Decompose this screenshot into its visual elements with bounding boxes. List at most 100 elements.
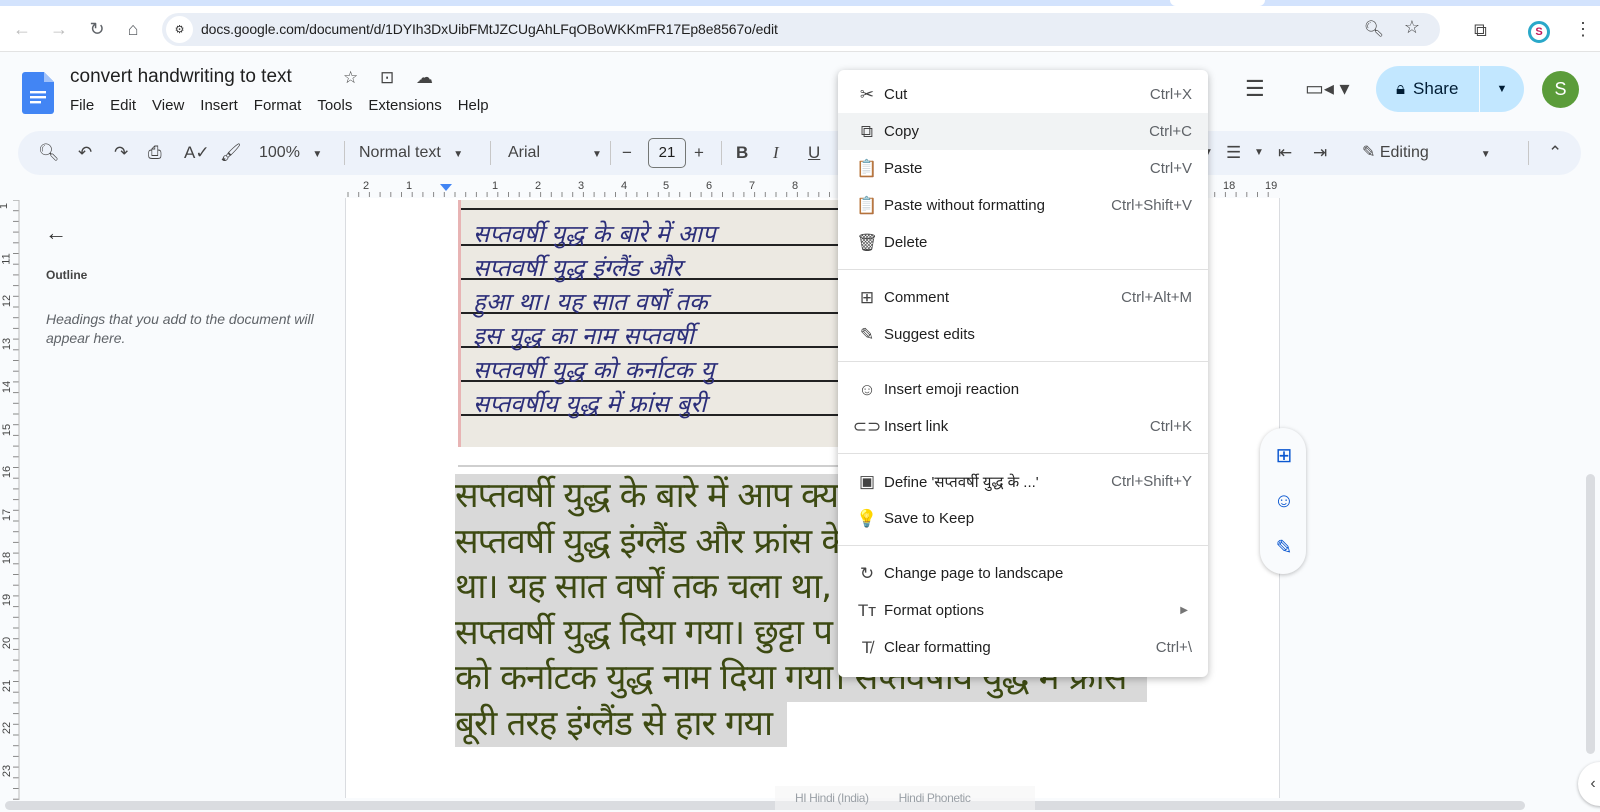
star-icon[interactable]: ☆: [343, 68, 358, 88]
paint-format-icon[interactable]: 🖌︎: [220, 142, 242, 164]
decrease-font-size-icon[interactable]: −: [622, 142, 632, 164]
print-icon[interactable]: ⎙: [148, 142, 162, 164]
menu-item-comment[interactable]: ⊞ Comment Ctrl+Alt+M: [838, 279, 1208, 316]
bold-button[interactable]: B: [736, 142, 748, 164]
ruler-label: 16: [1, 466, 14, 479]
lightbulb-icon: 💡: [856, 508, 878, 528]
extensions-icon[interactable]: ⧉: [1474, 20, 1487, 41]
google-docs-logo[interactable]: [22, 72, 54, 114]
input-tools-bar[interactable]: HI Hindi (India) Hindi Phonetic: [775, 786, 1035, 810]
forward-icon[interactable]: →: [46, 16, 72, 42]
hide-menus-icon[interactable]: ⌃: [1548, 142, 1562, 164]
paragraph-style-select[interactable]: Normal text ▼: [359, 142, 463, 166]
chevron-down-icon: ▼: [453, 149, 464, 160]
menu-help[interactable]: Help: [450, 97, 497, 114]
decrease-indent-icon[interactable]: ⇤: [1278, 142, 1292, 164]
share-dropdown-icon[interactable]: ▼: [1480, 83, 1524, 95]
editing-mode-select[interactable]: ✎ Editing ▼: [1362, 142, 1491, 166]
horizontal-scrollbar[interactable]: [5, 801, 1525, 810]
show-side-panel-icon[interactable]: ‹: [1578, 762, 1600, 806]
cloud-saved-icon[interactable]: ☁: [416, 68, 433, 88]
site-info-icon[interactable]: ⚙: [166, 16, 193, 43]
suggest-edits-icon[interactable]: ✎: [1271, 534, 1297, 560]
font-size-input[interactable]: 21: [648, 138, 686, 168]
zoom-icon[interactable]: 🔍︎: [1364, 19, 1384, 39]
menu-item-copy[interactable]: ⧉ Copy Ctrl+C: [838, 113, 1208, 150]
underline-button[interactable]: U: [808, 142, 820, 164]
ruler-label: 4: [621, 180, 628, 192]
spellcheck-icon[interactable]: A✓: [184, 142, 210, 164]
reload-icon[interactable]: ↻: [84, 16, 110, 42]
scissors-icon: ✂: [859, 84, 875, 104]
language-indicator[interactable]: HI Hindi (India): [795, 791, 869, 805]
zoom-select[interactable]: 100% ▼: [259, 142, 322, 166]
meet-icon[interactable]: ▭◂ ▾: [1305, 76, 1350, 101]
menu-item-insert-link[interactable]: ⊂⊃ Insert link Ctrl+K: [838, 408, 1208, 445]
emoji-reaction-icon[interactable]: ☺: [1271, 488, 1297, 514]
ruler-ticks: [13, 200, 20, 800]
back-arrow-icon[interactable]: ←: [45, 220, 67, 246]
menu-item-suggest-edits[interactable]: ✎ Suggest edits: [838, 316, 1208, 353]
menu-file[interactable]: File: [62, 97, 102, 114]
numbered-list-dropdown-icon[interactable]: ▼: [1254, 142, 1264, 164]
document-title[interactable]: convert handwriting to text: [70, 66, 292, 88]
input-method-indicator[interactable]: Hindi Phonetic: [899, 791, 971, 805]
share-button[interactable]: 🔒︎ Share ▼: [1376, 66, 1524, 112]
menu-item-insert-emoji-reaction[interactable]: ☺ Insert emoji reaction: [838, 371, 1208, 408]
bookmark-star-icon[interactable]: ☆: [1404, 17, 1420, 38]
menu-item-change-page-to-landscape[interactable]: ↻ Change page to landscape: [838, 555, 1208, 592]
search-menus-icon[interactable]: 🔍︎: [38, 142, 60, 164]
menu-item-define[interactable]: ▣ Define 'सप्तवर्षी युद्ध के ...' Ctrl+Shi…: [838, 463, 1208, 500]
url-text[interactable]: docs.google.com/document/d/1DYIh3DxUibFM…: [201, 21, 778, 37]
text-line[interactable]: बूरी तरह इंग्लैंड से हार गया: [455, 701, 787, 747]
font-select[interactable]: Arial ▼: [508, 142, 602, 166]
browser-menu-icon[interactable]: ⋮: [1574, 20, 1592, 38]
indent-marker[interactable]: [440, 184, 452, 191]
menu-separator: [838, 545, 1208, 546]
menu-format[interactable]: Format: [246, 97, 310, 114]
menu-item-paste[interactable]: 📋 Paste Ctrl+V: [838, 150, 1208, 187]
chevron-down-icon: ▼: [592, 149, 602, 160]
comments-icon[interactable]: ☰: [1245, 76, 1265, 102]
menu-item-cut[interactable]: ✂ Cut Ctrl+X: [838, 76, 1208, 113]
redo-icon[interactable]: ↷: [114, 142, 128, 164]
ruler-label: 12: [1, 295, 14, 308]
vertical-scrollbar[interactable]: [1586, 474, 1595, 754]
handwriting-line: सप्तवर्षी युद्ध को कर्नाटक यु: [473, 356, 715, 384]
menu-item-shortcut: Ctrl+Alt+M: [1121, 289, 1192, 306]
menu-tools[interactable]: Tools: [309, 97, 360, 114]
handwriting-image[interactable]: सप्तवर्षी युद्ध के बारे में आप सप्तवर्षी…: [458, 200, 838, 447]
menu-edit[interactable]: Edit: [102, 97, 144, 114]
pencil-icon: ✎: [1362, 144, 1376, 161]
account-avatar[interactable]: S: [1542, 71, 1579, 108]
vertical-ruler[interactable]: 111121314151617181920212223: [0, 200, 20, 800]
menu-item-paste-without-formatting[interactable]: 📋 Paste without formatting Ctrl+Shift+V: [838, 187, 1208, 224]
menu-view[interactable]: View: [144, 97, 192, 114]
menu-separator: [838, 453, 1208, 454]
menu-item-save-to-keep[interactable]: 💡 Save to Keep: [838, 500, 1208, 537]
menu-item-clear-formatting[interactable]: T̸ Clear formatting Ctrl+\: [838, 629, 1208, 666]
increase-indent-icon[interactable]: ⇥: [1313, 142, 1327, 164]
increase-font-size-icon[interactable]: +: [694, 142, 704, 164]
menu-separator: [838, 269, 1208, 270]
ruler-label: 5: [663, 180, 670, 192]
rotate-page-icon: ↻: [859, 563, 875, 583]
menu-extensions[interactable]: Extensions: [360, 97, 449, 114]
image-bottom-edge: [458, 465, 838, 467]
home-icon[interactable]: ⌂: [120, 16, 146, 42]
menu-item-delete[interactable]: 🗑 Delete: [838, 224, 1208, 261]
numbered-list-icon[interactable]: ☰: [1226, 142, 1241, 164]
add-comment-icon[interactable]: ⊞: [1271, 442, 1297, 468]
italic-button[interactable]: I: [773, 142, 779, 164]
move-folder-icon[interactable]: ⊡: [380, 68, 394, 88]
back-icon[interactable]: ←: [9, 16, 35, 42]
menu-item-format-options[interactable]: Tт Format options ▶: [838, 592, 1208, 629]
browser-profile-icon[interactable]: S: [1528, 21, 1550, 43]
menu-insert[interactable]: Insert: [192, 97, 246, 114]
address-bar[interactable]: ⚙ docs.google.com/document/d/1DYIh3DxUib…: [162, 13, 1440, 46]
ruler-label: 7: [749, 180, 756, 192]
menu-item-shortcut: Ctrl+V: [1149, 160, 1192, 177]
menu-item-label: Save to Keep: [884, 510, 975, 527]
undo-icon[interactable]: ↶: [78, 142, 92, 164]
chevron-down-icon: ▼: [312, 149, 323, 160]
